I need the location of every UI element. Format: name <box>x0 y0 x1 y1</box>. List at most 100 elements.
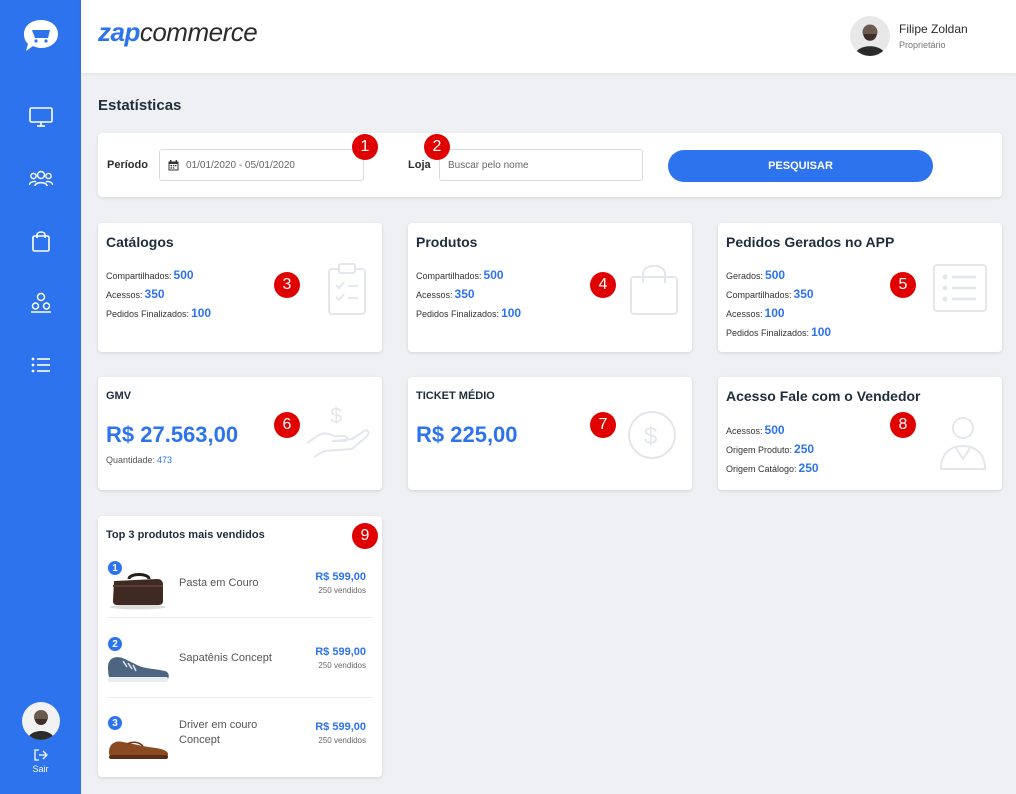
period-value: 01/01/2020 - 05/01/2020 <box>186 159 295 171</box>
product-price: R$ 599,00 <box>315 646 366 658</box>
ticket-value: R$ 225,00 <box>416 422 518 447</box>
card-title: GMV <box>106 390 132 402</box>
card-title: Catálogos <box>106 234 174 250</box>
brand-part2: commerce <box>139 17 258 47</box>
sidebar-item-dashboard[interactable] <box>0 86 81 148</box>
card-stats: Gerados: 500 Compartilhados: 350 Acessos: 1… <box>726 268 831 344</box>
qty-value: 473 <box>157 455 173 465</box>
annotation-marker: 1 <box>352 134 378 160</box>
svg-text:$: $ <box>330 403 342 428</box>
dollar-circle-icon: $ <box>628 411 676 459</box>
card-ticket: TICKET MÉDIO R$ 225,00 $ <box>408 377 692 490</box>
stat-value: 100 <box>191 306 212 320</box>
team-icon <box>30 292 51 313</box>
card-stats: Compartilhados: 500 Acessos: 350 Pedidos F… <box>106 268 211 325</box>
stat-row: Acessos: 500 <box>726 423 819 442</box>
stat-row: Acessos: 350 <box>106 287 211 306</box>
card-title: TICKET MÉDIO <box>416 390 495 402</box>
avatar[interactable] <box>21 702 60 740</box>
hand-money-icon: $ <box>306 403 370 458</box>
rank-badge: 3 <box>106 714 124 732</box>
sidebar-user: Sair <box>0 702 81 774</box>
divider <box>106 617 374 618</box>
annotation-marker: 8 <box>890 412 916 438</box>
stat-label: Origem Catálogo: <box>726 464 797 474</box>
stat-value: 100 <box>811 325 832 339</box>
stat-label: Acessos: <box>726 309 763 319</box>
stat-row: Acessos: 350 <box>416 287 521 306</box>
sidebar-item-users[interactable] <box>0 148 81 210</box>
stat-value: 250 <box>798 461 819 475</box>
sidebar-item-products[interactable] <box>0 210 81 272</box>
stat-label: Pedidos Finalizados: <box>106 309 190 319</box>
chat-logo-icon[interactable] <box>22 18 60 54</box>
stat-value: 350 <box>454 287 475 301</box>
rank-badge: 2 <box>106 635 124 653</box>
list-item[interactable]: 2 Sapatênis Concept R$ 599,00 250 vendid… <box>98 635 382 714</box>
card-pedidos: Pedidos Gerados no APP Gerados: 500 Compa… <box>718 223 1002 352</box>
gmv-quantity: Quantidade: 473 <box>106 455 172 465</box>
product-sold: 250 vendidos <box>318 736 366 745</box>
annotation-marker: 2 <box>424 134 450 160</box>
user-name: Filipe Zoldan <box>899 22 968 36</box>
brand-part1: zap <box>98 17 140 47</box>
product-name: Pasta em Couro <box>179 577 259 589</box>
user-menu[interactable]: Filipe Zoldan Proprietário <box>850 16 968 56</box>
stat-value: 100 <box>501 306 522 320</box>
card-stats: Acessos: 500 Origem Produto: 250 Origem Ca… <box>726 423 819 480</box>
stat-row: Origem Catálogo: 250 <box>726 461 819 480</box>
order-list-icon <box>933 264 987 312</box>
list-item[interactable]: 3 Driver em couro Concept R$ 599,00 250 … <box>98 714 382 793</box>
stat-row: Compartilhados: 350 <box>726 287 831 306</box>
filter-bar: Período 01/01/2020 - 05/01/2020 Loja Bus… <box>98 133 1002 197</box>
product-name: Driver em couro Concept <box>179 719 258 746</box>
store-search-placeholder: Buscar pelo nome <box>448 159 529 171</box>
rank-badge: 1 <box>106 559 124 577</box>
card-gmv: GMV R$ 27.563,00 Quantidade: 473 $ <box>98 377 382 490</box>
stat-label: Acessos: <box>726 426 763 436</box>
stat-label: Acessos: <box>416 290 453 300</box>
users-icon <box>28 170 53 187</box>
user-meta: Filipe Zoldan Proprietário <box>899 22 968 50</box>
stat-label: Gerados: <box>726 271 764 281</box>
card-acesso-vendedor: Acesso Fale com o Vendedor Acessos: 500 O… <box>718 377 1002 490</box>
stat-row: Gerados: 500 <box>726 268 831 287</box>
stat-label: Pedidos Finalizados: <box>726 328 810 338</box>
stat-row: Origem Produto: 250 <box>726 442 819 461</box>
sidebar-item-team[interactable] <box>0 272 81 334</box>
user-avatar <box>850 16 890 56</box>
user-role: Proprietário <box>899 40 946 50</box>
stat-label: Origem Produto: <box>726 445 793 455</box>
stat-value: 100 <box>764 306 785 320</box>
logout-label: Sair <box>32 764 49 774</box>
monitor-icon <box>28 107 53 127</box>
period-label: Período <box>107 159 148 171</box>
period-date-input[interactable]: 01/01/2020 - 05/01/2020 <box>159 149 364 181</box>
stat-value: 500 <box>173 268 194 282</box>
annotation-marker: 9 <box>352 523 378 549</box>
list-item[interactable]: 1 Pasta em Couro R$ 599,00 250 vendidos <box>98 559 382 638</box>
shopping-bag-outline-icon <box>630 264 678 315</box>
clipboard-checklist-icon <box>328 263 366 315</box>
card-produtos: Produtos Compartilhados: 500 Acessos: 350 … <box>408 223 692 352</box>
stat-label: Compartilhados: <box>726 290 792 300</box>
logout-button[interactable]: Sair <box>0 748 81 774</box>
product-sold: 250 vendidos <box>318 661 366 670</box>
card-title: Pedidos Gerados no APP <box>726 234 895 250</box>
stat-value: 500 <box>765 268 786 282</box>
page-title: Estatísticas <box>98 97 182 114</box>
list-icon <box>31 357 50 373</box>
stat-value: 350 <box>144 287 165 301</box>
calendar-icon <box>168 159 179 170</box>
stat-value: 500 <box>764 423 785 437</box>
brand-logo[interactable]: zapcommerce <box>98 17 258 48</box>
annotation-marker: 5 <box>890 272 916 298</box>
store-label: Loja <box>408 159 431 171</box>
store-search-input[interactable]: Buscar pelo nome <box>439 149 643 181</box>
sidebar-item-orders[interactable] <box>0 334 81 396</box>
stat-label: Pedidos Finalizados: <box>416 309 500 319</box>
search-button[interactable]: PESQUISAR <box>668 150 933 182</box>
sidebar: Sair <box>0 0 81 794</box>
stat-value: 350 <box>793 287 814 301</box>
stat-row: Pedidos Finalizados: 100 <box>726 325 831 344</box>
